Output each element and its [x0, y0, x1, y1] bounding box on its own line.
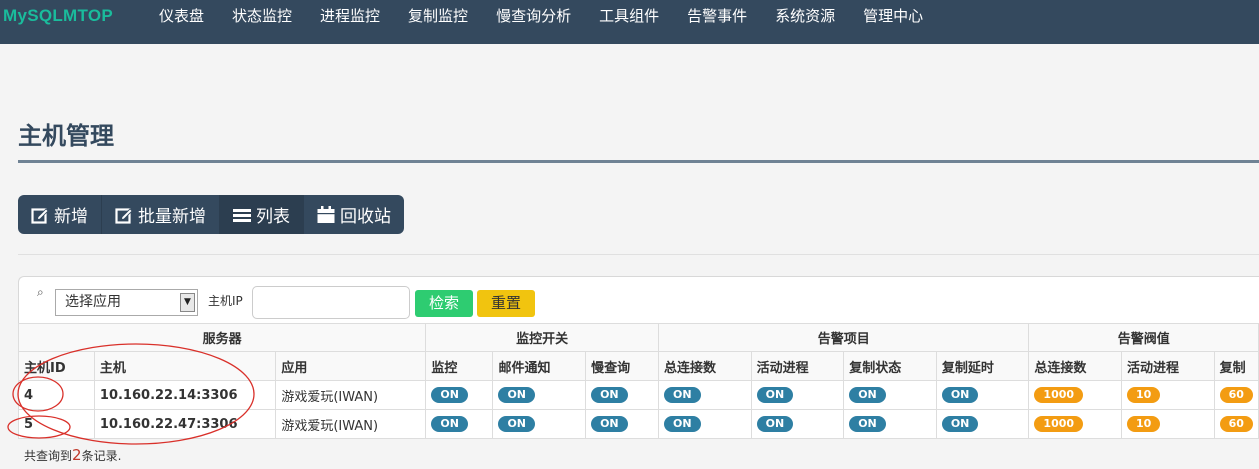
alert-delay-badge[interactable]: ON: [941, 416, 979, 432]
threshold-connections-badge: 1000: [1034, 387, 1084, 403]
monitor-on-badge[interactable]: ON: [431, 387, 468, 403]
group-header-alert-threshold: 告警阀值: [1028, 323, 1259, 352]
monitor-on-badge[interactable]: ON: [431, 416, 468, 432]
slowquery-on-badge[interactable]: ON: [591, 387, 628, 403]
app-select[interactable]: 选择应用 ▼: [55, 289, 198, 316]
top-navbar: MySQLMTOP 仪表盘 状态监控 进程监控 复制监控 慢查询分析 工具组件 …: [0, 0, 1259, 44]
section-divider: [18, 254, 1259, 255]
table-row: 5 10.160.22.47:3306 游戏爱玩(IWAN) ON ON ON …: [18, 409, 1259, 439]
column-header[interactable]: 应用: [275, 351, 427, 381]
brand-logo[interactable]: MySQLMTOP: [3, 6, 113, 26]
edit-icon: [115, 207, 133, 224]
record-count-prefix: 共查询到: [24, 449, 73, 463]
calendar-icon: [317, 205, 335, 223]
nav-item-dashboard[interactable]: 仪表盘: [145, 0, 218, 32]
column-header[interactable]: 监控: [425, 351, 494, 381]
host-ip-input[interactable]: [252, 286, 410, 319]
reset-button[interactable]: 重置: [477, 290, 535, 317]
nav-item-status[interactable]: 状态监控: [218, 0, 306, 32]
threshold-replication-badge: 60: [1219, 387, 1253, 403]
batch-add-button[interactable]: 批量新增: [101, 195, 219, 234]
column-header[interactable]: 邮件通知: [492, 351, 587, 381]
app-select-value: 选择应用: [65, 294, 121, 310]
host-ip-label: 主机IP: [208, 294, 243, 308]
nav-item-admin[interactable]: 管理中心: [849, 0, 937, 32]
column-header[interactable]: 总连接数: [657, 351, 752, 381]
nav-menu: 仪表盘 状态监控 进程监控 复制监控 慢查询分析 工具组件 告警事件 系统资源 …: [145, 0, 937, 32]
add-label: 新增: [54, 207, 88, 227]
edit-icon: [31, 207, 49, 224]
batch-add-label: 批量新增: [138, 207, 206, 227]
threshold-process-badge: 10: [1127, 416, 1161, 432]
host-id-cell: 4: [18, 380, 95, 410]
page-title: 主机管理: [18, 122, 114, 150]
search-button[interactable]: 检索: [415, 290, 473, 317]
column-header[interactable]: 慢查询: [585, 351, 659, 381]
alert-connections-badge[interactable]: ON: [663, 387, 701, 403]
column-header[interactable]: 复制延时: [935, 351, 1030, 381]
app-cell: 游戏爱玩(IWAN): [275, 409, 427, 439]
add-button[interactable]: 新增: [18, 195, 101, 234]
column-header[interactable]: 活动进程: [750, 351, 845, 381]
column-header[interactable]: 总连接数: [1028, 351, 1123, 381]
group-header-monitor-switch: 监控开关: [425, 323, 659, 352]
alert-process-badge[interactable]: ON: [756, 387, 794, 403]
alert-delay-badge[interactable]: ON: [941, 387, 979, 403]
table-group-header: 服务器 监控开关 告警项目 告警阀值: [17, 323, 1259, 352]
nav-item-tools[interactable]: 工具组件: [585, 0, 673, 32]
host-table: 服务器 监控开关 告警项目 告警阀值 主机ID 主机 应用 监控 邮件通知 慢查…: [17, 323, 1259, 439]
search-panel: ⌕ 选择应用 ▼ 主机IP 检索 重置: [18, 276, 1259, 324]
nav-item-process[interactable]: 进程监控: [306, 0, 394, 32]
record-count-suffix: 条记录.: [81, 449, 122, 463]
record-count: 共查询到2条记录.: [24, 446, 121, 464]
dropdown-arrow-icon[interactable]: ▼: [180, 293, 195, 312]
column-header[interactable]: 复制: [1213, 351, 1259, 381]
threshold-process-badge: 10: [1127, 387, 1161, 403]
alert-replication-badge[interactable]: ON: [849, 387, 886, 403]
nav-item-resources[interactable]: 系统资源: [761, 0, 849, 32]
host-id-cell: 5: [18, 409, 95, 439]
column-header[interactable]: 活动进程: [1121, 351, 1215, 381]
slowquery-on-badge[interactable]: ON: [591, 416, 628, 432]
list-label: 列表: [256, 207, 290, 227]
nav-item-replication[interactable]: 复制监控: [394, 0, 482, 32]
alert-connections-badge[interactable]: ON: [663, 416, 701, 432]
column-header[interactable]: 主机ID: [18, 351, 95, 381]
search-icon: ⌕: [37, 285, 44, 299]
record-count-value: 2: [72, 446, 82, 464]
alert-process-badge[interactable]: ON: [756, 416, 794, 432]
alert-replication-badge[interactable]: ON: [849, 416, 886, 432]
threshold-replication-badge: 60: [1219, 416, 1253, 432]
mail-on-badge[interactable]: ON: [498, 416, 536, 432]
title-divider: [18, 160, 1259, 163]
list-button[interactable]: 列表: [219, 195, 303, 234]
recycle-bin-button[interactable]: 回收站: [303, 195, 404, 234]
column-header[interactable]: 复制状态: [843, 351, 937, 381]
mail-on-badge[interactable]: ON: [498, 387, 536, 403]
group-header-alert-items: 告警项目: [657, 323, 1030, 352]
column-header[interactable]: 主机: [93, 351, 277, 381]
nav-item-alerts[interactable]: 告警事件: [673, 0, 761, 32]
table-column-header: 主机ID 主机 应用 监控 邮件通知 慢查询 总连接数 活动进程 复制状态 复制…: [18, 351, 1259, 381]
recycle-bin-label: 回收站: [340, 207, 391, 227]
group-header-server: 服务器: [17, 323, 427, 352]
table-row: 4 10.160.22.14:3306 游戏爱玩(IWAN) ON ON ON …: [18, 380, 1259, 410]
host-address-cell[interactable]: 10.160.22.14:3306: [93, 380, 277, 410]
list-icon: [233, 208, 251, 222]
nav-item-slowquery[interactable]: 慢查询分析: [482, 0, 585, 32]
host-address-cell[interactable]: 10.160.22.47:3306: [93, 409, 277, 439]
app-cell: 游戏爱玩(IWAN): [275, 380, 427, 410]
threshold-connections-badge: 1000: [1034, 416, 1084, 432]
action-toolbar: 新增 批量新增 列表 回收站: [18, 195, 404, 234]
